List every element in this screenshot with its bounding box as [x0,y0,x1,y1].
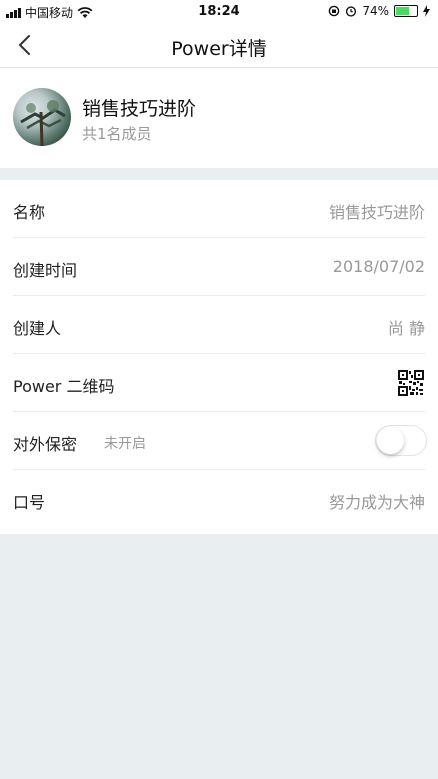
charging-icon [423,5,430,17]
name-label: 名称 [13,203,46,222]
nav-bar: Power详情 [0,24,438,68]
alarm-icon [346,6,357,17]
row-creator: 创建人 尚 静 [0,296,438,354]
password-value: 努力成为大神 [328,493,425,512]
battery-icon [394,5,418,17]
member-count: 共1名成员 [82,125,152,143]
status-bar: 中国移动 18:24 74% [0,0,438,24]
page-title: Power详情 [171,38,267,60]
creator-value: 尚 静 [387,319,425,338]
status-right: 74% [328,4,430,18]
created-time-label: 创建时间 [13,261,78,280]
row-password[interactable]: 口号 努力成为大神 [0,470,438,528]
password-label: 口号 [13,493,46,512]
tree-image [20,100,66,146]
qrcode-label: Power 二维码 [13,377,115,396]
orientation-lock-icon [329,5,340,17]
creator-label: 创建人 [13,319,62,338]
group-avatar[interactable] [13,88,71,146]
row-name[interactable]: 名称 销售技巧进阶 [0,180,438,238]
battery-fill [396,7,409,15]
created-time-value: 2018/07/02 [332,257,425,276]
row-qrcode[interactable]: Power 二维码 [0,354,438,412]
group-name: 销售技巧进阶 [82,98,197,120]
row-privacy: 对外保密 未开启 [0,412,438,470]
privacy-toggle[interactable] [375,425,427,456]
row-created-time: 创建时间 2018/07/02 [0,238,438,296]
detail-list: 名称 销售技巧进阶 创建时间 2018/07/02 创建人 尚 静 Power … [0,180,438,534]
qr-code-icon[interactable] [398,370,424,396]
group-header: 销售技巧进阶 共1名成员 [0,68,438,168]
privacy-label: 对外保密 [13,435,78,454]
privacy-status: 未开启 [104,436,146,452]
battery-percent: 74% [362,4,389,18]
toggle-knob [377,427,404,454]
name-value: 销售技巧进阶 [328,203,425,222]
